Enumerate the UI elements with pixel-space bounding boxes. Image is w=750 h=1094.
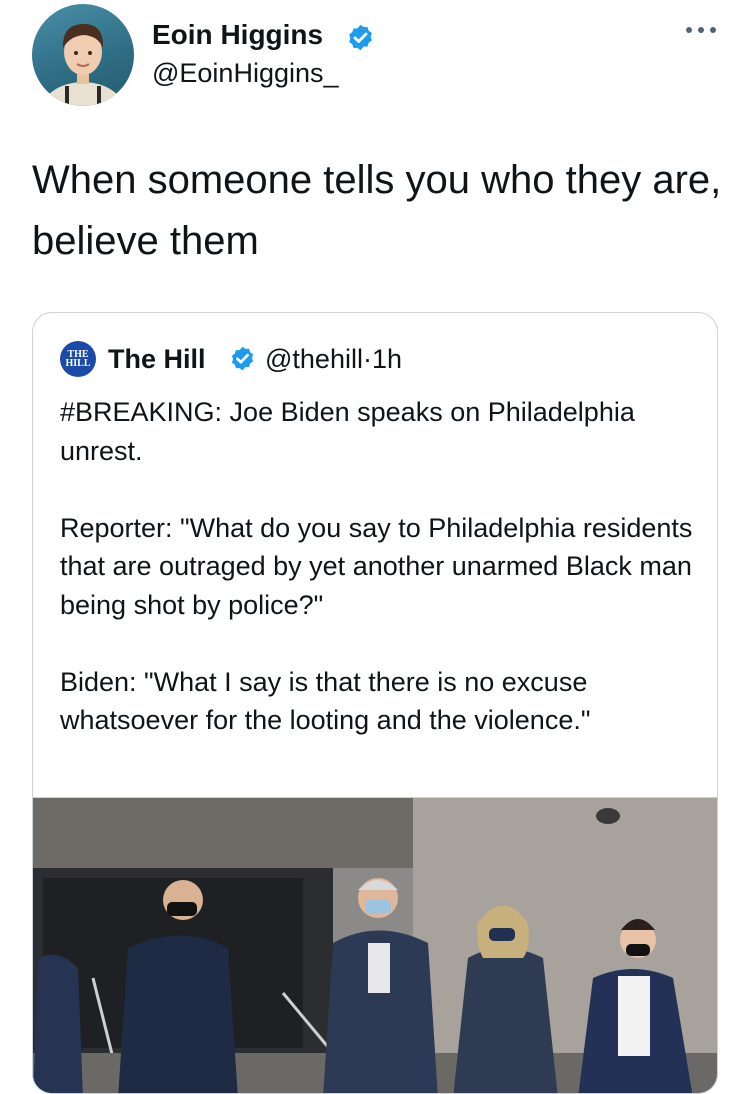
author-name[interactable]: Eoin Higgins [152,17,323,53]
profile-photo [41,24,125,106]
verified-badge-icon [231,346,254,371]
quoted-time: 1h [371,344,403,374]
author-handle[interactable]: @EoinHiggins_ [152,56,339,90]
more-options-icon[interactable] [683,20,719,40]
quoted-paragraph: Reporter: "What do you say to Philadelph… [60,512,693,620]
quoted-tweet-text: #BREAKING: Joe Biden speaks on Philadelp… [60,393,700,778]
quoted-author-name[interactable]: The Hill [108,342,206,376]
separator-dot: · [362,344,372,374]
quoted-media[interactable] [33,797,717,1093]
logo-text: THE HILL [65,349,91,369]
quoted-handle: @thehill [265,344,363,374]
tweet-text: When someone tells you who they are, bel… [32,158,722,263]
quoted-tweet-card[interactable]: THE HILL The Hill @thehill·1h #BREAKING:… [32,312,718,1094]
author-avatar[interactable] [32,4,134,106]
video-still-image [33,798,717,1093]
tweet-header: Eoin Higgins @EoinHiggins_ [0,0,750,120]
verified-badge-icon [349,24,372,51]
quoted-paragraph: #BREAKING: Joe Biden speaks on Philadelp… [60,397,635,466]
quoted-paragraph: Biden: "What I say is that there is no e… [60,666,591,736]
the-hill-logo[interactable]: THE HILL [60,341,96,377]
quoted-handle-time[interactable]: @thehill·1h [265,342,402,376]
